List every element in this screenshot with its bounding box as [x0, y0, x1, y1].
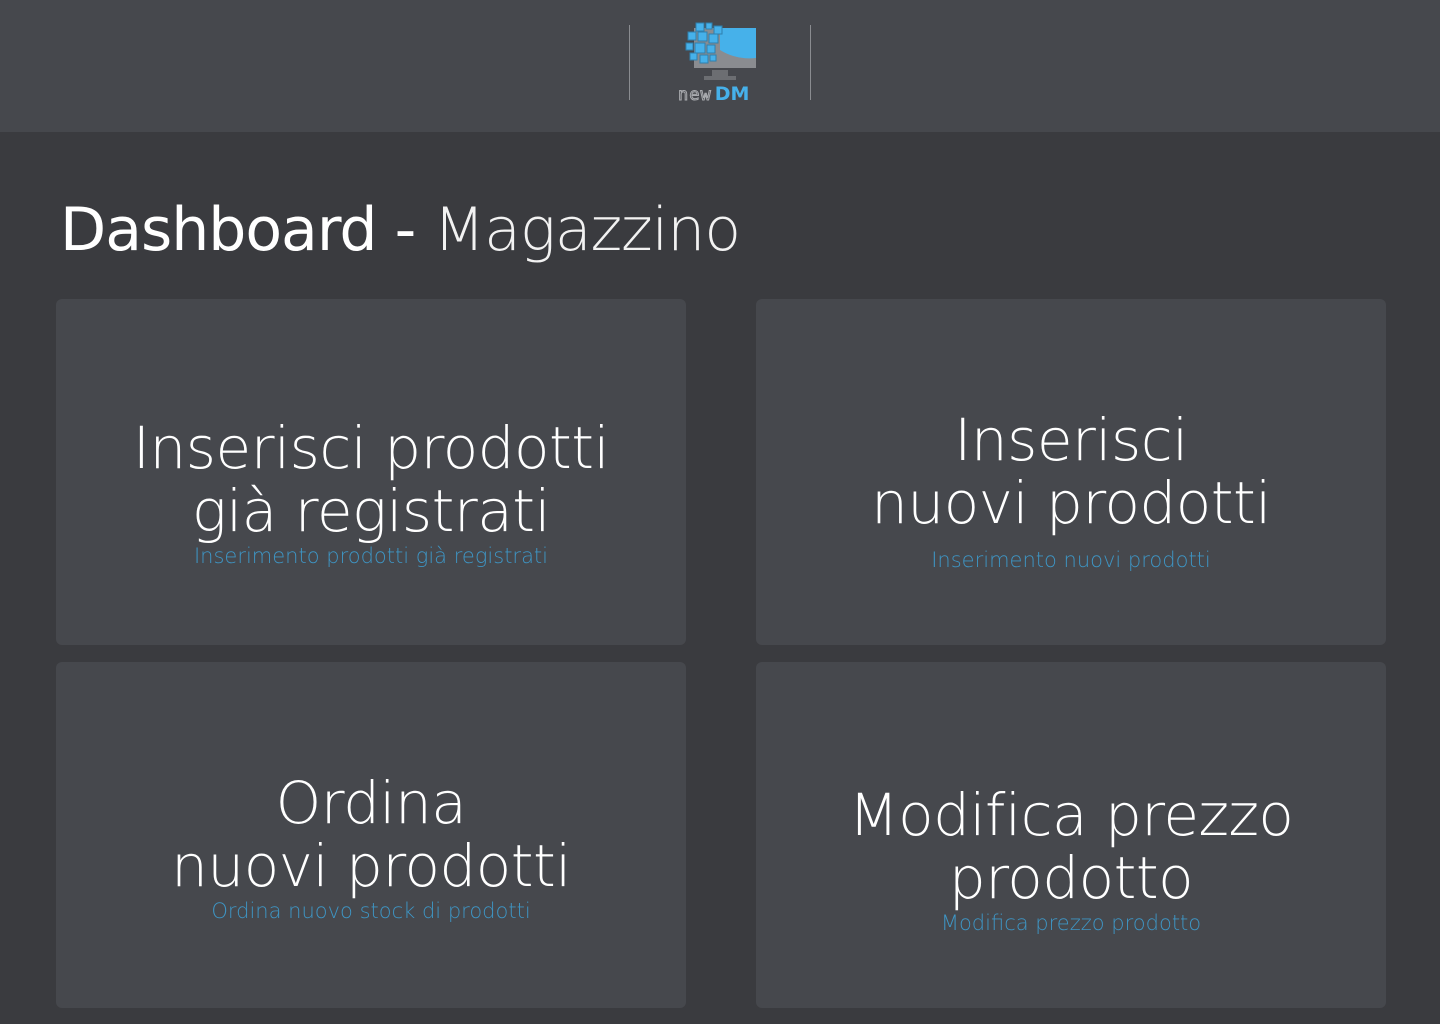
page-title: Dashboard - Magazzino	[60, 190, 741, 270]
logo-wordmark: new DM	[678, 82, 750, 105]
logo-text-dm: DM	[714, 83, 750, 105]
card-description: Inserimento nuovi prodotti	[931, 548, 1211, 572]
card-description: Modifica prezzo prodotto	[940, 911, 1202, 935]
card-title-line: Ordina	[275, 769, 467, 837]
newdm-logo[interactable]: new DM	[676, 20, 776, 104]
card-title-line: prodotto	[948, 844, 1194, 912]
logo-text-new: new	[678, 85, 712, 105]
card-title-line: Inserisci	[954, 406, 1188, 474]
page-title-separator: -	[394, 195, 417, 265]
card-title-line: Inserisci prodotti	[132, 414, 610, 482]
page-title-main: Dashboard	[60, 195, 378, 265]
top-header: new DM	[0, 0, 1440, 132]
card-title-line: Modifica prezzo	[848, 781, 1294, 849]
page-title-sub: Magazzino	[433, 195, 741, 265]
card-insert-registered-products[interactable]: Inserisci prodotti già registrati Inseri…	[56, 299, 686, 645]
card-title-line: già registrati	[191, 477, 551, 545]
card-description: Ordina nuovo stock di prodotti	[211, 899, 531, 923]
card-title-line: nuovi prodotti	[871, 469, 1271, 537]
header-divider-right	[810, 25, 811, 100]
monitor-pixels-icon	[685, 22, 756, 80]
card-order-new-products[interactable]: Ordina nuovi prodotti Ordina nuovo stock…	[56, 662, 686, 1008]
card-description: Inserimento prodotti già registrati	[193, 544, 549, 568]
header-divider-left	[629, 25, 630, 100]
card-insert-new-products[interactable]: Inserisci nuovi prodotti Inserimento nuo…	[756, 299, 1386, 645]
card-edit-product-price[interactable]: Modifica prezzo prodotto Modifica prezzo…	[756, 662, 1386, 1008]
card-title-line: nuovi prodotti	[171, 832, 571, 900]
